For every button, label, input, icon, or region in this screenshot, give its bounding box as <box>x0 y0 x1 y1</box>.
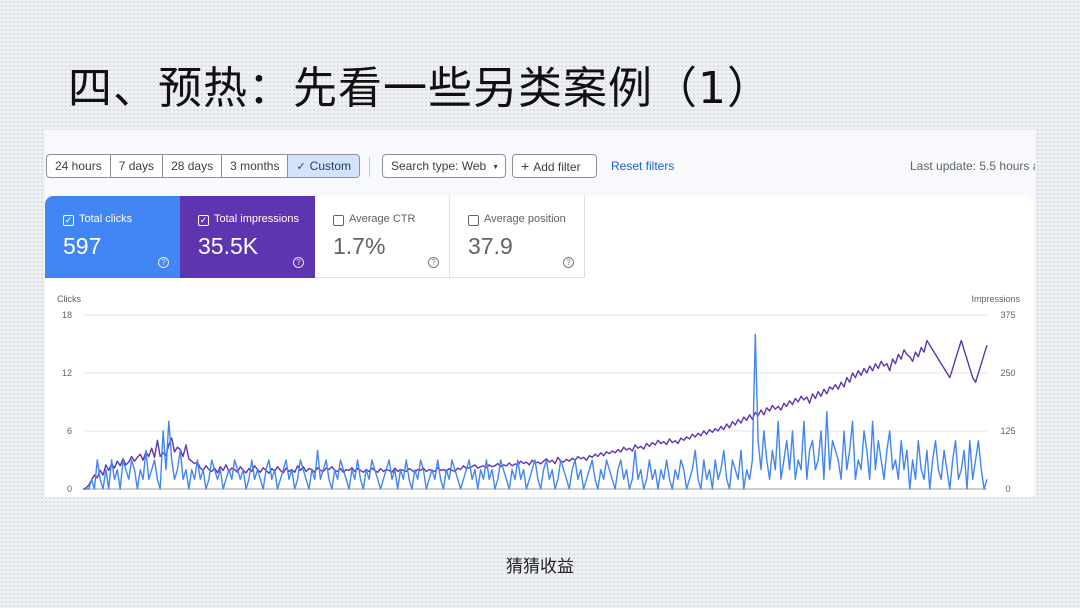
range-7-days-button[interactable]: 7 days <box>111 155 164 177</box>
metric-card-average-ctr[interactable]: Average CTR 1.7% ? <box>315 196 450 278</box>
left-tick-label: 0 <box>67 484 72 494</box>
right-tick-label: 250 <box>1000 368 1015 378</box>
help-icon[interactable]: ? <box>428 257 439 268</box>
clicks-series-line <box>83 333 988 490</box>
caret-down-icon: ▼ <box>492 164 500 171</box>
performance-panel: ✓ Total clicks 597 ? ✓ Total impressions… <box>45 196 1033 497</box>
metric-value: 1.7% <box>333 233 386 259</box>
date-range-selector: 24 hours 7 days 28 days 3 months ✓ Custom <box>46 154 361 178</box>
right-axis-title: Impressions <box>971 294 1020 304</box>
left-tick-label: 18 <box>62 310 72 320</box>
search-console-screenshot: 24 hours 7 days 28 days 3 months ✓ Custom… <box>45 130 1035 497</box>
range-3-months-button[interactable]: 3 months <box>222 155 289 177</box>
impressions-series-line <box>82 339 988 490</box>
metric-card-average-position[interactable]: Average position 37.9 ? <box>450 196 585 278</box>
slide-caption: 猜猜收益 <box>506 557 574 577</box>
metric-label: Average position <box>484 213 566 225</box>
help-icon[interactable]: ? <box>563 257 574 268</box>
metric-value: 35.5K <box>198 233 259 259</box>
add-filter-label: Add filter <box>533 160 581 174</box>
checkbox-checked-icon[interactable]: ✓ <box>63 215 74 226</box>
metric-card-total-impressions[interactable]: ✓ Total impressions 35.5K ? <box>180 196 315 278</box>
range-28-days-button[interactable]: 28 days <box>163 155 223 177</box>
slide-title: 四、预热：先看一些另类案例（1） <box>68 63 772 114</box>
check-icon: ✓ <box>296 161 306 173</box>
search-type-label: Search type: Web <box>391 159 487 173</box>
help-icon[interactable]: ? <box>158 257 169 268</box>
last-update-text: Last update: 5.5 hours ago <box>910 159 1035 173</box>
checkbox-checked-icon[interactable]: ✓ <box>198 215 209 226</box>
search-type-dropdown[interactable]: Search type: Web ▼ <box>382 154 506 178</box>
help-icon[interactable]: ? <box>293 257 304 268</box>
filter-toolbar: 24 hours 7 days 28 days 3 months ✓ Custom… <box>45 154 1035 178</box>
range-24-hours-button[interactable]: 24 hours <box>47 155 111 177</box>
left-tick-label: 12 <box>62 368 72 378</box>
checkbox-unchecked-icon[interactable] <box>333 215 344 226</box>
plus-icon: + <box>521 158 530 174</box>
toolbar-divider <box>369 157 370 177</box>
checkbox-unchecked-icon[interactable] <box>468 215 479 226</box>
left-tick-label: 6 <box>67 426 72 436</box>
right-tick-label: 125 <box>1000 426 1015 436</box>
performance-chart: Clicks Impressions 18 375 12 250 6 125 0 0 <box>57 294 1021 494</box>
right-tick-label: 375 <box>1000 310 1015 320</box>
range-custom-label: Custom <box>309 159 352 173</box>
metric-label: Total clicks <box>79 213 133 225</box>
metric-label: Average CTR <box>349 213 416 225</box>
metric-value: 597 <box>63 233 102 259</box>
range-custom-button[interactable]: ✓ Custom <box>288 155 360 177</box>
metric-card-total-clicks[interactable]: ✓ Total clicks 597 ? <box>45 196 180 278</box>
metric-value: 37.9 <box>468 233 513 259</box>
add-filter-button[interactable]: + Add filter <box>512 154 597 178</box>
metric-label: Total impressions <box>214 213 299 225</box>
left-axis-title: Clicks <box>57 294 81 304</box>
reset-filters-link[interactable]: Reset filters <box>611 154 674 178</box>
right-tick-label: 0 <box>1005 484 1010 494</box>
